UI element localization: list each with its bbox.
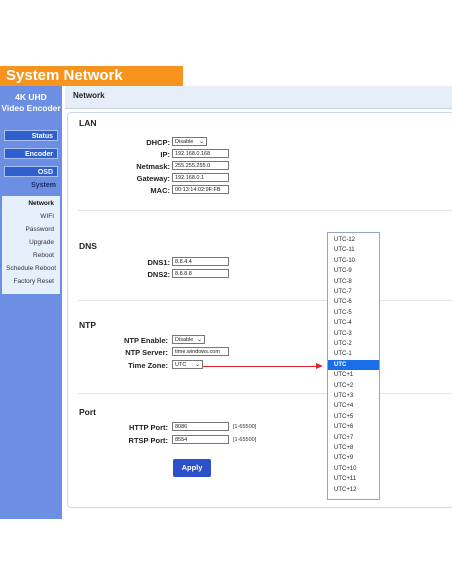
submenu-network[interactable]: Network — [28, 200, 54, 207]
dhcp-value: Disable — [175, 139, 194, 145]
dns2-input[interactable]: 8.8.8.8 — [172, 269, 229, 278]
time-zone-option[interactable]: UTC-7 — [328, 287, 379, 297]
ntp-enable-select[interactable]: Disable ⌄ — [172, 335, 205, 344]
time-zone-option[interactable]: UTC-12 — [328, 235, 379, 245]
dns2-label: DNS2: — [147, 270, 170, 279]
dns-heading: DNS — [79, 241, 97, 251]
time-zone-option[interactable]: UTC+10 — [328, 464, 379, 474]
dhcp-select[interactable]: Disable ⌄ — [172, 137, 207, 146]
section-divider — [78, 300, 452, 301]
submenu-factory-reset[interactable]: Factory Reset — [14, 278, 54, 285]
time-zone-option[interactable]: UTC-11 — [328, 245, 379, 255]
section-divider — [78, 393, 452, 394]
time-zone-option[interactable]: UTC+1 — [328, 370, 379, 380]
brand-line2: Video Encoder — [1, 103, 61, 113]
time-zone-option[interactable]: UTC-1 — [328, 349, 379, 359]
submenu-password[interactable]: Password — [25, 226, 54, 233]
netmask-input[interactable]: 255.255.255.0 — [172, 161, 229, 170]
time-zone-option[interactable]: UTC+4 — [328, 401, 379, 411]
time-zone-option[interactable]: UTC+8 — [328, 443, 379, 453]
ip-label: IP: — [160, 150, 170, 159]
annotation-arrow-line — [203, 366, 318, 367]
apply-button[interactable]: Apply — [173, 459, 211, 477]
submenu-wifi[interactable]: WIFI — [40, 213, 54, 220]
dhcp-label: DHCP: — [146, 138, 170, 147]
time-zone-option[interactable]: UTC-6 — [328, 297, 379, 307]
settings-panel: LAN DHCP: Disable ⌄ IP: 192.168.0.168 Net… — [67, 112, 452, 508]
nav-system-button[interactable]: System — [0, 180, 62, 192]
gateway-input[interactable]: 192.168.0.1 — [172, 173, 229, 182]
ntp-enable-value: Disable — [175, 337, 194, 343]
time-zone-option[interactable]: UTC-2 — [328, 339, 379, 349]
time-zone-label: Time Zone: — [128, 361, 168, 370]
rtsp-port-range: [1-65500] — [233, 437, 257, 443]
time-zone-option[interactable]: UTC+2 — [328, 381, 379, 391]
content-topbar: Network — [65, 86, 452, 109]
time-zone-option[interactable]: UTC+7 — [328, 433, 379, 443]
port-heading: Port — [79, 407, 96, 417]
page-header: System Network — [0, 66, 183, 86]
time-zone-option[interactable]: UTC — [328, 359, 379, 370]
time-zone-option[interactable]: UTC+3 — [328, 391, 379, 401]
submenu-upgrade[interactable]: Upgrade — [29, 239, 54, 246]
time-zone-option[interactable]: UTC-10 — [328, 256, 379, 266]
submenu-schedule-reboot[interactable]: Schedule Reboot — [6, 265, 56, 272]
dns1-input[interactable]: 8.8.4.4 — [172, 257, 229, 266]
ntp-server-input[interactable]: time.windows.com — [172, 347, 229, 356]
http-port-range: [1-65500] — [233, 424, 257, 430]
http-port-input[interactable]: 8086 — [172, 422, 229, 431]
arrow-right-icon — [316, 363, 323, 369]
nav-osd-button[interactable]: OSD — [4, 166, 58, 177]
page-title: System Network — [6, 67, 123, 84]
submenu-reboot[interactable]: Reboot — [33, 252, 54, 259]
chevron-down-icon: ⌄ — [198, 139, 204, 145]
http-port-label: HTTP Port: — [128, 423, 168, 432]
rtsp-port-input[interactable]: 8554 — [172, 435, 229, 444]
rtsp-port-label: RTSP Port: — [128, 436, 168, 445]
sidebar: 4K UHD Video Encoder Status Encoder OSD … — [0, 86, 62, 519]
netmask-label: Netmask: — [136, 162, 170, 171]
brand-line1: 4K UHD — [15, 92, 47, 102]
chevron-down-icon: ⌄ — [194, 362, 200, 368]
ntp-enable-label: NTP Enable: — [123, 336, 168, 345]
dns1-label: DNS1: — [147, 258, 170, 267]
content-title: Network — [73, 91, 105, 100]
time-zone-option[interactable]: UTC+6 — [328, 422, 379, 432]
ip-input[interactable]: 192.168.0.168 — [172, 149, 229, 158]
system-submenu: Network WIFI Password Upgrade Reboot Sch… — [2, 196, 60, 294]
time-zone-option[interactable]: UTC+9 — [328, 453, 379, 463]
ntp-heading: NTP — [79, 320, 96, 330]
time-zone-option[interactable]: UTC+11 — [328, 474, 379, 484]
time-zone-dropdown-list[interactable]: UTC-12 UTC-11 UTC-10 UTC-9 UTC-8 UTC-7 UTC-6 UT… — [327, 232, 380, 500]
chevron-down-icon: ⌄ — [196, 337, 202, 343]
time-zone-option[interactable]: UTC+12 — [328, 485, 379, 495]
main-content: Network LAN DHCP: Disable ⌄ IP: 192.168.0… — [65, 86, 452, 508]
time-zone-option[interactable]: UTC-8 — [328, 277, 379, 287]
time-zone-option[interactable]: UTC-5 — [328, 308, 379, 318]
brand: 4K UHD Video Encoder — [0, 92, 62, 114]
mac-label: MAC: — [150, 186, 170, 195]
time-zone-value: UTC — [175, 362, 187, 368]
time-zone-option[interactable]: UTC-4 — [328, 318, 379, 328]
time-zone-option[interactable]: UTC-3 — [328, 329, 379, 339]
section-divider — [78, 210, 452, 211]
nav-status-button[interactable]: Status — [4, 130, 58, 141]
lan-heading: LAN — [79, 118, 97, 128]
time-zone-select[interactable]: UTC ⌄ — [172, 360, 203, 369]
nav-encoder-button[interactable]: Encoder — [4, 148, 58, 159]
mac-input[interactable]: 00:13:14:02:9F:FB — [172, 185, 229, 194]
time-zone-option[interactable]: UTC-9 — [328, 266, 379, 276]
time-zone-option[interactable]: UTC+5 — [328, 412, 379, 422]
ntp-server-label: NTP Server: — [125, 348, 168, 357]
gateway-label: Gateway: — [136, 174, 170, 183]
